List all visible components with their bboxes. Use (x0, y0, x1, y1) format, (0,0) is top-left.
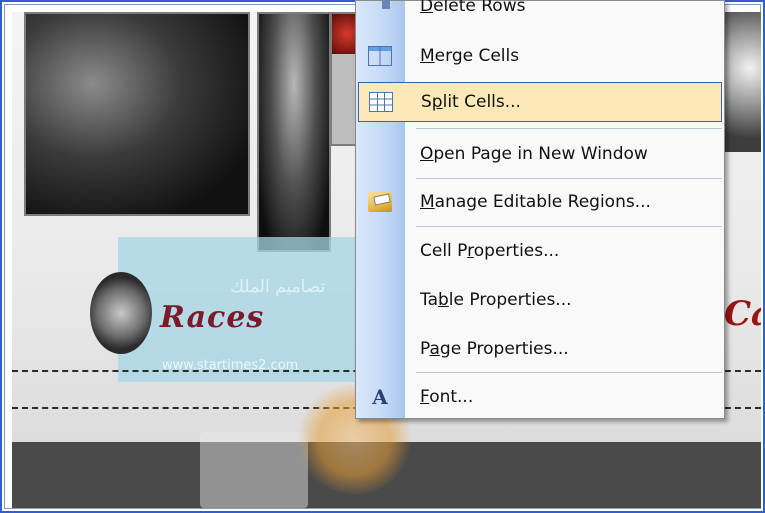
menu-item-merge-cells[interactable]: Merge Cells (358, 37, 722, 77)
image-car-wheel[interactable] (724, 12, 761, 152)
tire-image (90, 272, 152, 354)
menu-item-page-properties[interactable]: Page Properties... (358, 330, 722, 370)
delete-rows-icon (368, 0, 392, 16)
menu-item-label: Table Properties... (420, 290, 572, 310)
logo-arabic-text: تصاميم الملك (230, 277, 326, 297)
menu-item-manage-editable-regions[interactable]: Manage Editable Regions... (358, 183, 722, 223)
menu-item-split-cells[interactable]: Split Cells... (358, 82, 722, 122)
merge-cells-icon (368, 46, 392, 66)
context-menu: Delete Rows Merge Cells Split Cells... O… (355, 0, 725, 419)
menu-item-delete-rows[interactable]: Delete Rows (358, 0, 722, 27)
menu-separator (416, 226, 722, 227)
menu-item-label: Delete Rows (420, 0, 526, 16)
menu-item-label: Open Page in New Window (420, 144, 648, 164)
monitor-graphic (200, 432, 308, 508)
menu-item-cell-properties[interactable]: Cell Properties... (358, 232, 722, 272)
font-icon: A (372, 385, 388, 409)
menu-item-label: Split Cells... (421, 92, 521, 112)
menu-item-table-properties[interactable]: Table Properties... (358, 281, 722, 321)
menu-separator (416, 178, 722, 179)
menu-separator (416, 128, 722, 129)
logo-text: Races (160, 300, 265, 335)
menu-item-label: Page Properties... (420, 339, 569, 359)
menu-item-font[interactable]: A Font... (358, 378, 722, 418)
partial-heading-text: Ca (724, 294, 761, 334)
menu-item-label: Font... (420, 387, 474, 407)
menu-item-open-page-new-window[interactable]: Open Page in New Window (358, 135, 722, 175)
image-thumbnail-gear-shift[interactable] (257, 12, 331, 252)
editable-regions-icon (368, 192, 392, 212)
menu-separator (416, 372, 722, 373)
menu-item-label: Merge Cells (420, 46, 520, 66)
menu-item-label: Manage Editable Regions... (420, 192, 651, 212)
image-thumbnail-car-interior[interactable] (24, 12, 250, 216)
split-cells-icon (369, 92, 393, 112)
menu-item-label: Cell Properties... (420, 241, 560, 261)
